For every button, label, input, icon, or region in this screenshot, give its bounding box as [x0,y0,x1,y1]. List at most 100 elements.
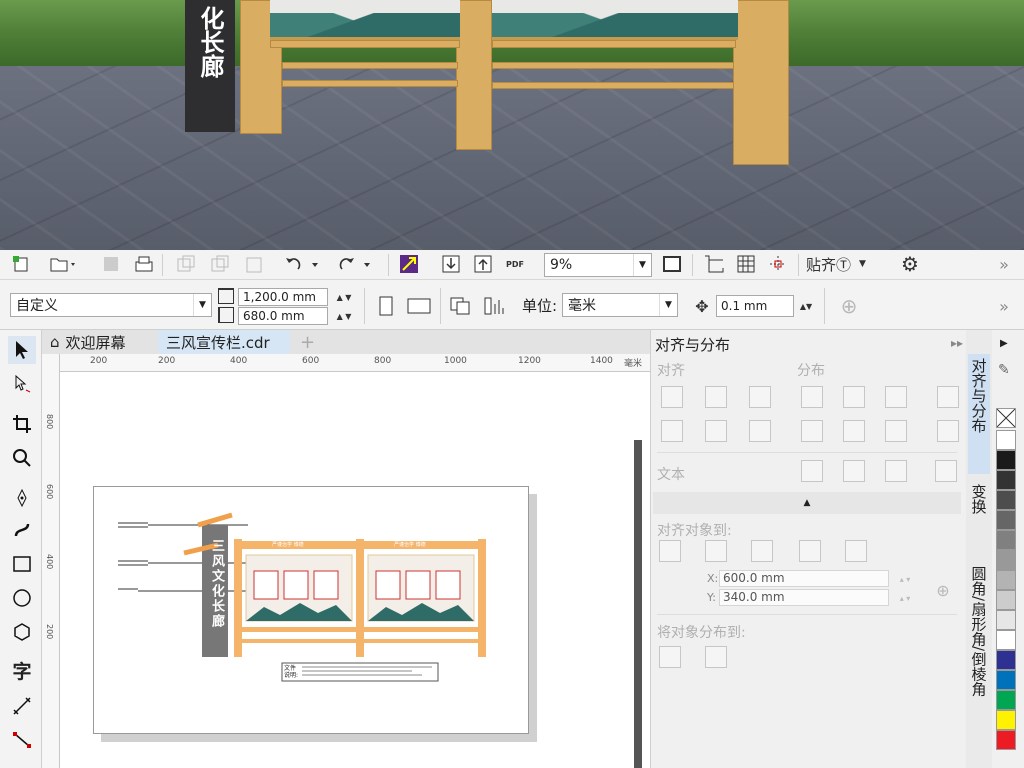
corel-connect-icon[interactable] [396,252,422,276]
page-preset-combo[interactable]: 自定义 ▼ [10,293,212,317]
color-swatch[interactable] [996,610,1016,630]
add-tab-button[interactable]: + [292,330,316,354]
add-preset-icon[interactable]: ⊕ [836,294,862,318]
chevron-down-icon[interactable]: ▼ [633,254,651,276]
align-left-icon[interactable] [661,386,683,408]
all-pages-icon[interactable] [446,294,474,318]
text-tool-icon[interactable]: 字 [8,656,36,684]
redo-icon[interactable] [334,252,380,276]
color-swatch[interactable] [996,650,1016,670]
polygon-tool-icon[interactable] [8,618,36,646]
text-outline-icon[interactable] [935,460,957,482]
more-icon[interactable]: » [992,252,1016,276]
portrait-icon[interactable] [374,294,398,318]
color-swatch[interactable] [996,490,1016,510]
eyedropper-icon[interactable]: ✎ [998,362,1010,378]
chevron-down-icon[interactable]: ▼ [193,294,211,316]
rulers-icon[interactable] [700,252,728,276]
options-gear-icon[interactable]: ⚙ [896,252,924,276]
distribute-spacing-h-icon[interactable] [885,386,907,408]
shape-tool-icon[interactable] [8,370,36,398]
align-center-vertical-icon[interactable] [705,420,727,442]
color-swatch[interactable] [996,450,1016,470]
width-spinner[interactable]: ▲ ▼ [330,288,358,306]
color-swatch[interactable] [996,470,1016,490]
no-color-swatch[interactable] [996,408,1016,428]
pick-tool-icon[interactable] [8,336,36,364]
docker-expand-icon[interactable]: ▸▸ [951,336,963,350]
guidelines-icon[interactable] [764,252,792,276]
text-bounding-box-icon[interactable] [885,460,907,482]
artistic-media-tool-icon[interactable] [8,516,36,544]
align-center-horizontal-icon[interactable] [705,386,727,408]
drawing-page[interactable]: 三风文化长廊 严谨治学 博德 严谨治学 博德 文件说明: [93,486,529,734]
distribute-bottom-icon[interactable] [937,420,959,442]
copy-icon[interactable] [206,252,234,276]
connector-tool-icon[interactable] [8,726,36,754]
color-swatch[interactable] [996,530,1016,550]
x-spinner[interactable]: ▴ ▾ [891,570,919,588]
print-icon[interactable] [130,252,158,276]
cut-icon[interactable] [172,252,200,276]
y-coordinate-field[interactable]: 340.0 mm [719,589,889,606]
undo-icon[interactable] [280,252,326,276]
color-swatch[interactable] [996,710,1016,730]
tab-welcome-screen[interactable]: ⌂ 欢迎屏幕 [42,330,156,354]
color-swatch[interactable] [996,430,1016,450]
align-to-point-icon[interactable] [845,540,867,562]
page-width-field[interactable]: 1,200.0 mm [238,288,328,306]
distribute-middle-icon[interactable] [843,420,865,442]
drawing-canvas[interactable]: 三风文化长廊 严谨治学 博德 严谨治学 博德 文件说明: [60,372,650,768]
tab-document[interactable]: 三风宣传栏.cdr [158,330,290,354]
x-coordinate-field[interactable]: 600.0 mm [719,570,889,587]
align-bottom-icon[interactable] [749,420,771,442]
rectangle-tool-icon[interactable] [8,550,36,578]
dtab-transform[interactable]: 变换 [968,480,990,552]
color-swatch[interactable] [996,550,1016,570]
ellipse-tool-icon[interactable] [8,584,36,612]
dtab-align-distribute[interactable]: 对齐与分布 [968,354,990,474]
color-swatch[interactable] [996,510,1016,530]
align-to-page-center-icon[interactable] [751,540,773,562]
distribute-left-icon[interactable] [801,386,823,408]
distribute-to-selection-icon[interactable] [659,646,681,668]
palette-scroll-up-icon[interactable]: ▶ [1000,338,1008,349]
crop-tool-icon[interactable] [8,410,36,438]
save-icon[interactable] [98,252,124,276]
open-icon[interactable] [44,252,84,276]
export-icon[interactable] [470,252,496,276]
color-swatch[interactable] [996,570,1016,590]
unit-combo[interactable]: 毫米 ▼ [562,293,678,317]
page-height-field[interactable]: 680.0 mm [238,307,328,325]
paste-icon[interactable] [240,252,268,276]
color-swatch[interactable] [996,690,1016,710]
align-top-icon[interactable] [661,420,683,442]
nudge-spinner[interactable]: ▲▼ [796,295,816,317]
dtab-fillet[interactable]: 圆角/扇形角/倒棱角 [968,562,990,762]
distribute-right-icon[interactable] [937,386,959,408]
distribute-spacing-v-icon[interactable] [885,420,907,442]
current-page-icon[interactable] [480,294,508,318]
text-last-baseline-icon[interactable] [843,460,865,482]
import-icon[interactable] [438,252,464,276]
full-screen-icon[interactable] [658,252,686,276]
text-first-baseline-icon[interactable] [801,460,823,482]
color-swatch[interactable] [996,590,1016,610]
pdf-icon[interactable]: PDF [502,252,528,276]
zoom-tool-icon[interactable] [8,444,36,472]
freehand-tool-icon[interactable] [8,484,36,512]
collapse-section-bar[interactable]: ▲ [653,492,961,514]
nudge-distance-field[interactable]: 0.1 mm [716,295,794,317]
parallel-dimension-tool-icon[interactable] [8,692,36,720]
add-point-icon[interactable]: ⊕ [933,578,953,602]
color-swatch[interactable] [996,670,1016,690]
distribute-center-icon[interactable] [843,386,865,408]
color-swatch[interactable] [996,730,1016,750]
zoom-level-combo[interactable]: 9% ▼ [544,253,652,277]
distribute-to-page-icon[interactable] [705,646,727,668]
grids-icon[interactable] [732,252,760,276]
vertical-scrollbar[interactable] [634,440,642,768]
chevron-down-icon[interactable]: ▼ [659,294,677,316]
align-to-grid-icon[interactable] [799,540,821,562]
color-swatch[interactable] [996,630,1016,650]
